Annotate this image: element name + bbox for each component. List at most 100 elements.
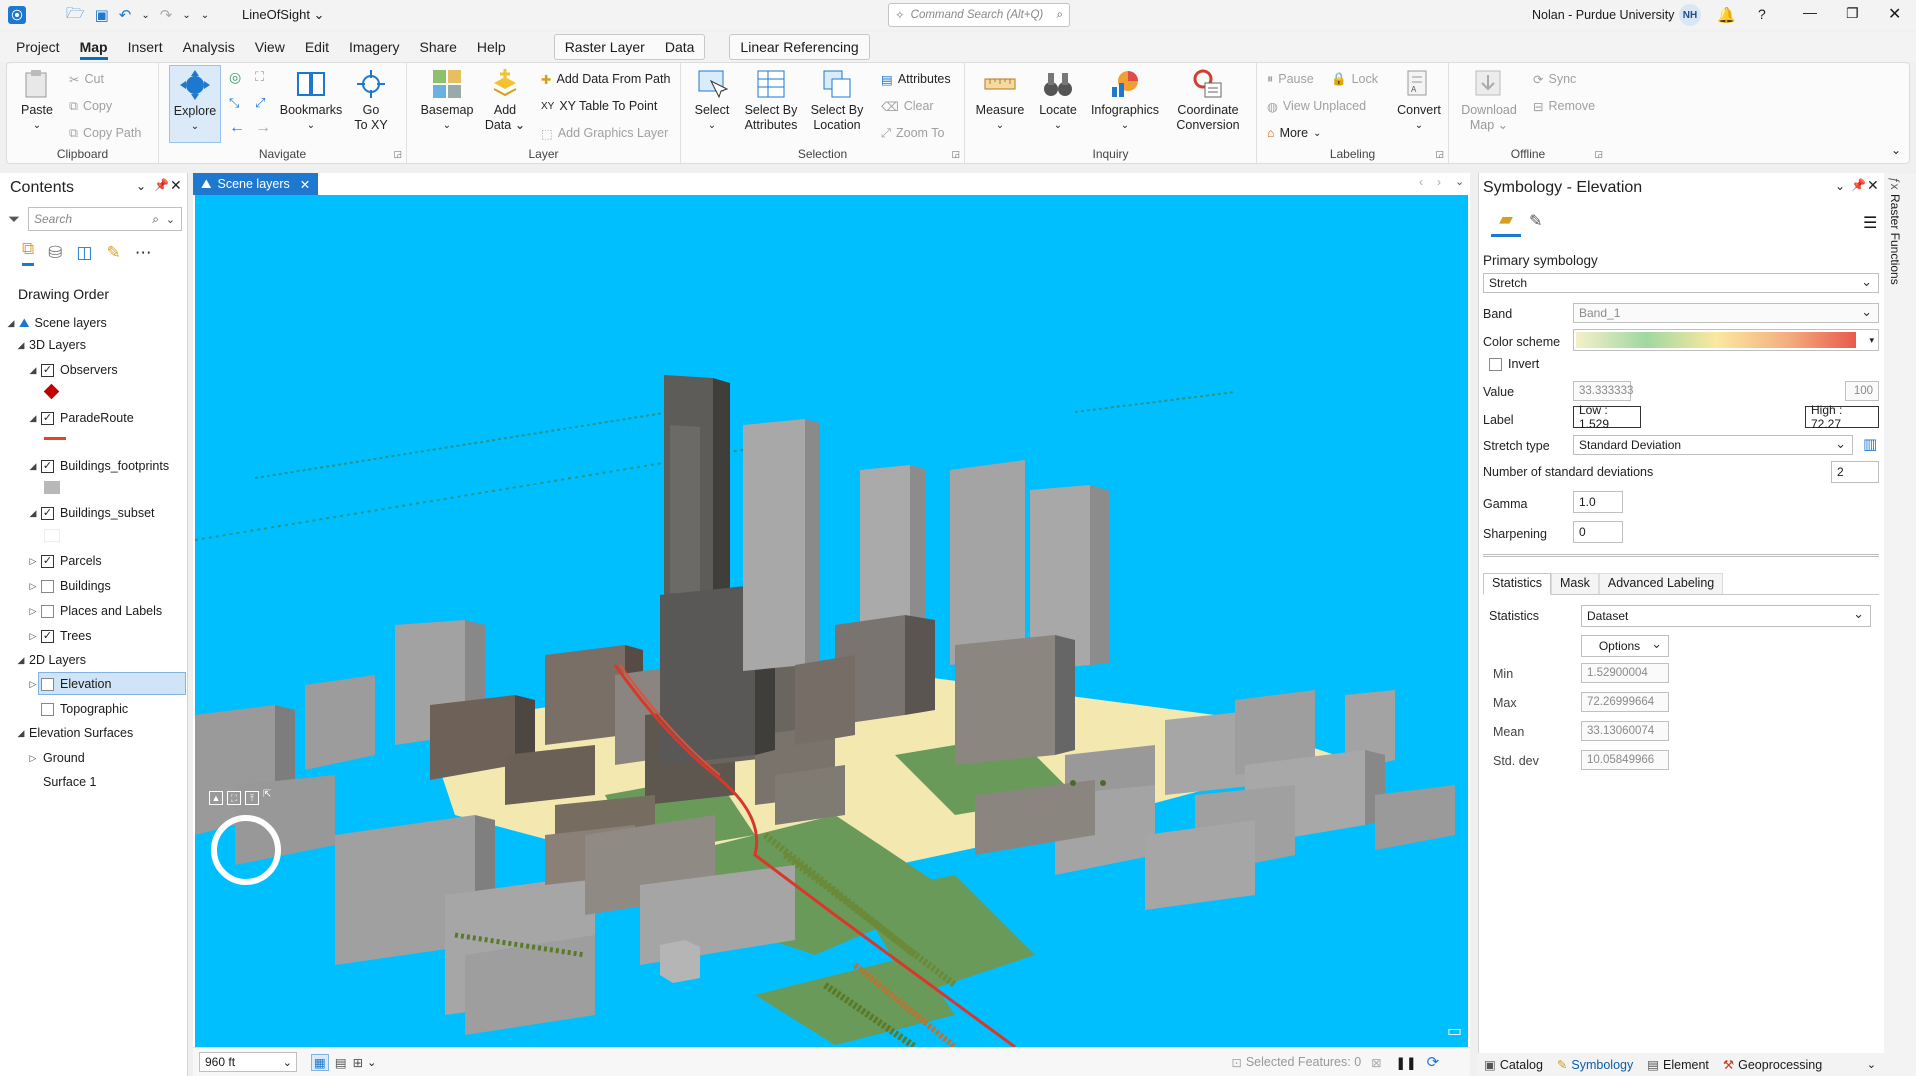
map-tips-icon[interactable]: ▭ [1447, 1021, 1462, 1041]
redo-dropdown-icon[interactable]: ⌄ [182, 10, 190, 21]
tab-element[interactable]: ▤ Element [1647, 1057, 1709, 1073]
convert-button[interactable]: A Convert ⌄ [1397, 67, 1441, 133]
view-unplaced-button[interactable]: ◍ View Unplaced [1267, 96, 1366, 116]
next-extent-icon[interactable]: → [255, 119, 271, 137]
attributes-button[interactable]: ▤ Attributes [881, 69, 951, 89]
tab-share[interactable]: Share [410, 32, 467, 62]
help-icon[interactable]: ? [1758, 6, 1766, 22]
band-dropdown[interactable]: Band_1 [1573, 303, 1879, 323]
remove-button[interactable]: ⊟ Remove [1533, 96, 1595, 116]
minimize-icon[interactable]: — [1803, 4, 1817, 20]
chevron-down-icon[interactable]: ⌄ [367, 1056, 376, 1069]
pin-icon[interactable]: 📌 [154, 178, 169, 192]
pin-icon[interactable]: 📌 [1851, 178, 1866, 192]
close-icon[interactable]: ✕ [300, 177, 310, 192]
sync-button[interactable]: ⟳ Sync [1533, 69, 1576, 89]
customize-qat-icon[interactable]: ⌄ [201, 10, 209, 21]
layer-visibility-checkbox[interactable]: ✓ [41, 554, 54, 568]
close-window-icon[interactable]: ✕ [1888, 4, 1901, 24]
close-icon[interactable]: ✕ [1867, 177, 1879, 194]
tab-analysis[interactable]: Analysis [173, 32, 245, 62]
scene-canvas[interactable]: ▲ ⛶ ⤒ ⇱ ▭ [195, 195, 1468, 1047]
tree-buildings[interactable]: ▷ Buildings [28, 575, 111, 597]
select-button[interactable]: Select ⌄ [691, 67, 733, 133]
refresh-icon[interactable]: ⟳ [1427, 1053, 1440, 1071]
heads-up-icon[interactable]: ⇱ [263, 789, 271, 800]
labeling-more-button[interactable]: ⌂ More ⌄ [1267, 123, 1321, 143]
layer-visibility-checkbox[interactable] [41, 702, 54, 716]
stretch-type-dropdown[interactable]: Standard Deviation [1573, 435, 1853, 455]
tree-2d-layers[interactable]: ◢ 2D Layers [16, 649, 86, 671]
tree-parade-route[interactable]: ◢ ✓ ParadeRoute [28, 407, 134, 429]
tab-raster-layer[interactable]: Raster Layer [565, 39, 645, 55]
grid-icon[interactable]: ▦ [311, 1053, 329, 1071]
open-project-icon[interactable]: 🗁 [66, 3, 85, 28]
expand-icon[interactable]: ◢ [6, 318, 16, 329]
tab-advanced-labeling[interactable]: Advanced Labeling [1598, 573, 1724, 594]
fixed-zoom-icon[interactable]: ⛶ [255, 69, 264, 85]
table-icon[interactable]: ▤ [335, 1055, 347, 1070]
previous-extent-icon[interactable]: ← [229, 119, 245, 137]
tab-scroll-right-icon[interactable]: › [1437, 175, 1441, 189]
layer-visibility-checkbox[interactable]: ✓ [41, 363, 54, 377]
invert-checkbox[interactable] [1489, 357, 1502, 371]
num-std-input[interactable]: 2 [1831, 461, 1879, 483]
tab-catalog[interactable]: ▣ Catalog [1484, 1057, 1543, 1073]
tree-parcels[interactable]: ▷ ✓ Parcels [28, 550, 102, 572]
pane-menu-icon[interactable]: ⌄ [1835, 179, 1845, 193]
tree-observers[interactable]: ◢ ✓ Observers [28, 359, 118, 381]
tree-buildings-subset[interactable]: ◢ ✓ Buildings_subset [28, 502, 155, 524]
expand-icon[interactable]: ▷ [28, 556, 38, 567]
copy-path-button[interactable]: ⧉ Copy Path [69, 123, 141, 143]
save-icon[interactable]: ▣ [95, 6, 109, 24]
paste-button[interactable]: Paste ⌄ [17, 67, 57, 133]
list-by-editing-icon[interactable]: ✎ [106, 243, 120, 263]
hamburger-menu-icon[interactable]: ☰ [1863, 213, 1877, 233]
add-data-from-path-button[interactable]: ✚ Add Data From Path [541, 69, 670, 89]
locate-button[interactable]: Locate ⌄ [1033, 67, 1083, 133]
tab-edit[interactable]: Edit [295, 32, 339, 62]
tab-view[interactable]: View [245, 32, 295, 62]
undo-dropdown-icon[interactable]: ⌄ [141, 10, 149, 21]
restore-icon[interactable]: ❐ [1846, 5, 1859, 22]
expand-icon[interactable]: ◢ [16, 728, 26, 739]
tree-scene-layers[interactable]: ◢ ⛰ Scene layers [6, 312, 107, 334]
expand-icon[interactable]: ◢ [28, 365, 38, 376]
expand-icon[interactable]: ▷ [28, 631, 38, 642]
select-by-location-button[interactable]: Select By Location [807, 67, 867, 133]
layer-visibility-checkbox[interactable] [41, 604, 54, 618]
tab-geoprocessing[interactable]: ⚒ Geoprocessing [1723, 1057, 1822, 1073]
redo-icon[interactable]: ↷ [160, 6, 173, 24]
tree-elevation[interactable]: ▷ Elevation [28, 673, 112, 695]
layer-visibility-checkbox[interactable]: ✓ [41, 459, 54, 473]
tab-imagery[interactable]: Imagery [339, 32, 410, 62]
list-by-drawing-order-icon[interactable]: ⧉ [22, 239, 35, 266]
close-icon[interactable]: ✕ [170, 177, 182, 194]
high-label-field[interactable]: High : 72.27 [1805, 403, 1879, 431]
tree-3d-layers[interactable]: ◢ 3D Layers [16, 334, 86, 356]
tree-buildings-footprints[interactable]: ◢ ✓ Buildings_footprints [28, 455, 170, 477]
tree-elevation-surfaces[interactable]: ◢ Elevation Surfaces [16, 722, 134, 744]
lock-labels-button[interactable]: 🔒 Lock [1331, 69, 1378, 89]
expand-icon[interactable]: ◢ [28, 508, 38, 519]
coordinate-conversion-button[interactable]: Coordinate Conversion [1171, 67, 1245, 133]
contents-search-input[interactable]: Search ⌕ ⌄ [28, 207, 182, 231]
more-options-icon[interactable]: ⋯ [135, 243, 152, 263]
expand-icon[interactable]: ▷ [28, 753, 38, 764]
stretch-value-field[interactable]: 33.333333 [1573, 381, 1633, 401]
tab-linear-referencing[interactable]: Linear Referencing [729, 34, 870, 60]
add-graphics-layer-button[interactable]: ⬚ Add Graphics Layer [541, 123, 668, 143]
splitter-divider[interactable] [1483, 554, 1879, 557]
clear-selected-icon[interactable]: ⊠ [1371, 1055, 1381, 1070]
pause-labeling-button[interactable]: ⏸ Pause [1267, 69, 1314, 89]
list-by-selection-icon[interactable]: ◫ [76, 243, 92, 263]
tab-data[interactable]: Data [665, 39, 695, 55]
north-up-icon[interactable]: ⤒ [245, 791, 259, 805]
collapse-ribbon-icon[interactable]: ⌄ [1891, 143, 1901, 157]
navigator-ring-icon[interactable] [211, 815, 281, 885]
layer-visibility-checkbox[interactable]: ✓ [41, 506, 54, 520]
tab-help[interactable]: Help [467, 32, 516, 62]
options-button[interactable]: Options [1581, 635, 1669, 657]
infographics-button[interactable]: Infographics ⌄ [1089, 67, 1161, 133]
histogram-icon[interactable]: ▥ [1863, 435, 1877, 453]
